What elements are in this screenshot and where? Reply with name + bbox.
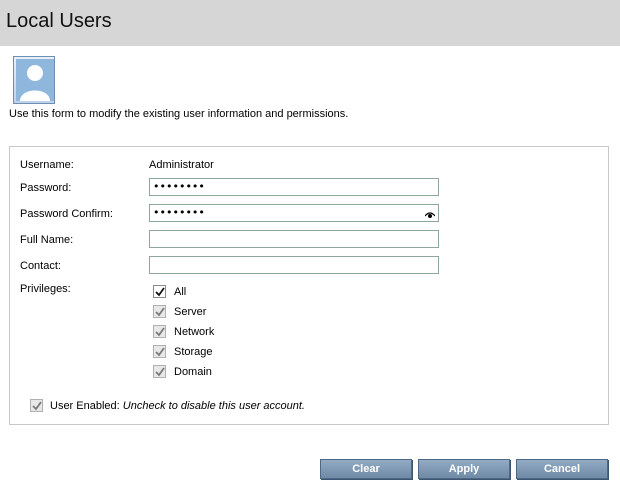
- full-name-label: Full Name:: [20, 234, 74, 246]
- contact-field[interactable]: [149, 256, 439, 274]
- username-value: Administrator: [149, 159, 214, 171]
- contact-label: Contact:: [20, 260, 61, 272]
- password-confirm-label: Password Confirm:: [20, 208, 113, 220]
- privilege-server-checkbox: [153, 305, 166, 318]
- privilege-network-checkbox: [153, 325, 166, 338]
- privilege-label: Domain: [174, 366, 212, 378]
- password-confirm-value: ••••••••: [153, 206, 205, 219]
- user-enabled-checkbox[interactable]: [30, 399, 43, 412]
- privilege-label: Storage: [174, 346, 213, 358]
- password-confirm-field[interactable]: ••••••••: [149, 204, 439, 222]
- privilege-domain-checkbox: [153, 365, 166, 378]
- apply-button[interactable]: Apply: [418, 459, 510, 479]
- user-avatar-icon: [13, 56, 55, 104]
- privilege-label: All: [174, 286, 187, 298]
- clear-button[interactable]: Clear: [320, 459, 412, 479]
- privilege-label: Network: [174, 326, 215, 338]
- password-field[interactable]: ••••••••: [149, 178, 439, 196]
- privilege-all-checkbox[interactable]: [153, 285, 166, 298]
- page-title: Local Users: [6, 10, 112, 32]
- user-enabled-row: User Enabled: Uncheck to disable this us…: [50, 400, 305, 412]
- user-enabled-hint: Uncheck to disable this user account.: [122, 400, 305, 412]
- cancel-button[interactable]: Cancel: [516, 459, 608, 479]
- username-label: Username:: [20, 159, 74, 171]
- privileges-label: Privileges:: [20, 283, 71, 295]
- password-label: Password:: [20, 182, 72, 194]
- user-enabled-label: User Enabled:: [50, 400, 120, 412]
- intro-text: Use this form to modify the existing use…: [9, 108, 349, 120]
- full-name-field[interactable]: [149, 230, 439, 248]
- user-form: Username: Administrator Password: ••••••…: [9, 146, 609, 425]
- privilege-label: Server: [174, 306, 207, 318]
- privilege-storage-checkbox: [153, 345, 166, 358]
- show-password-icon[interactable]: [424, 208, 436, 224]
- title-bar: Local Users: [0, 0, 620, 46]
